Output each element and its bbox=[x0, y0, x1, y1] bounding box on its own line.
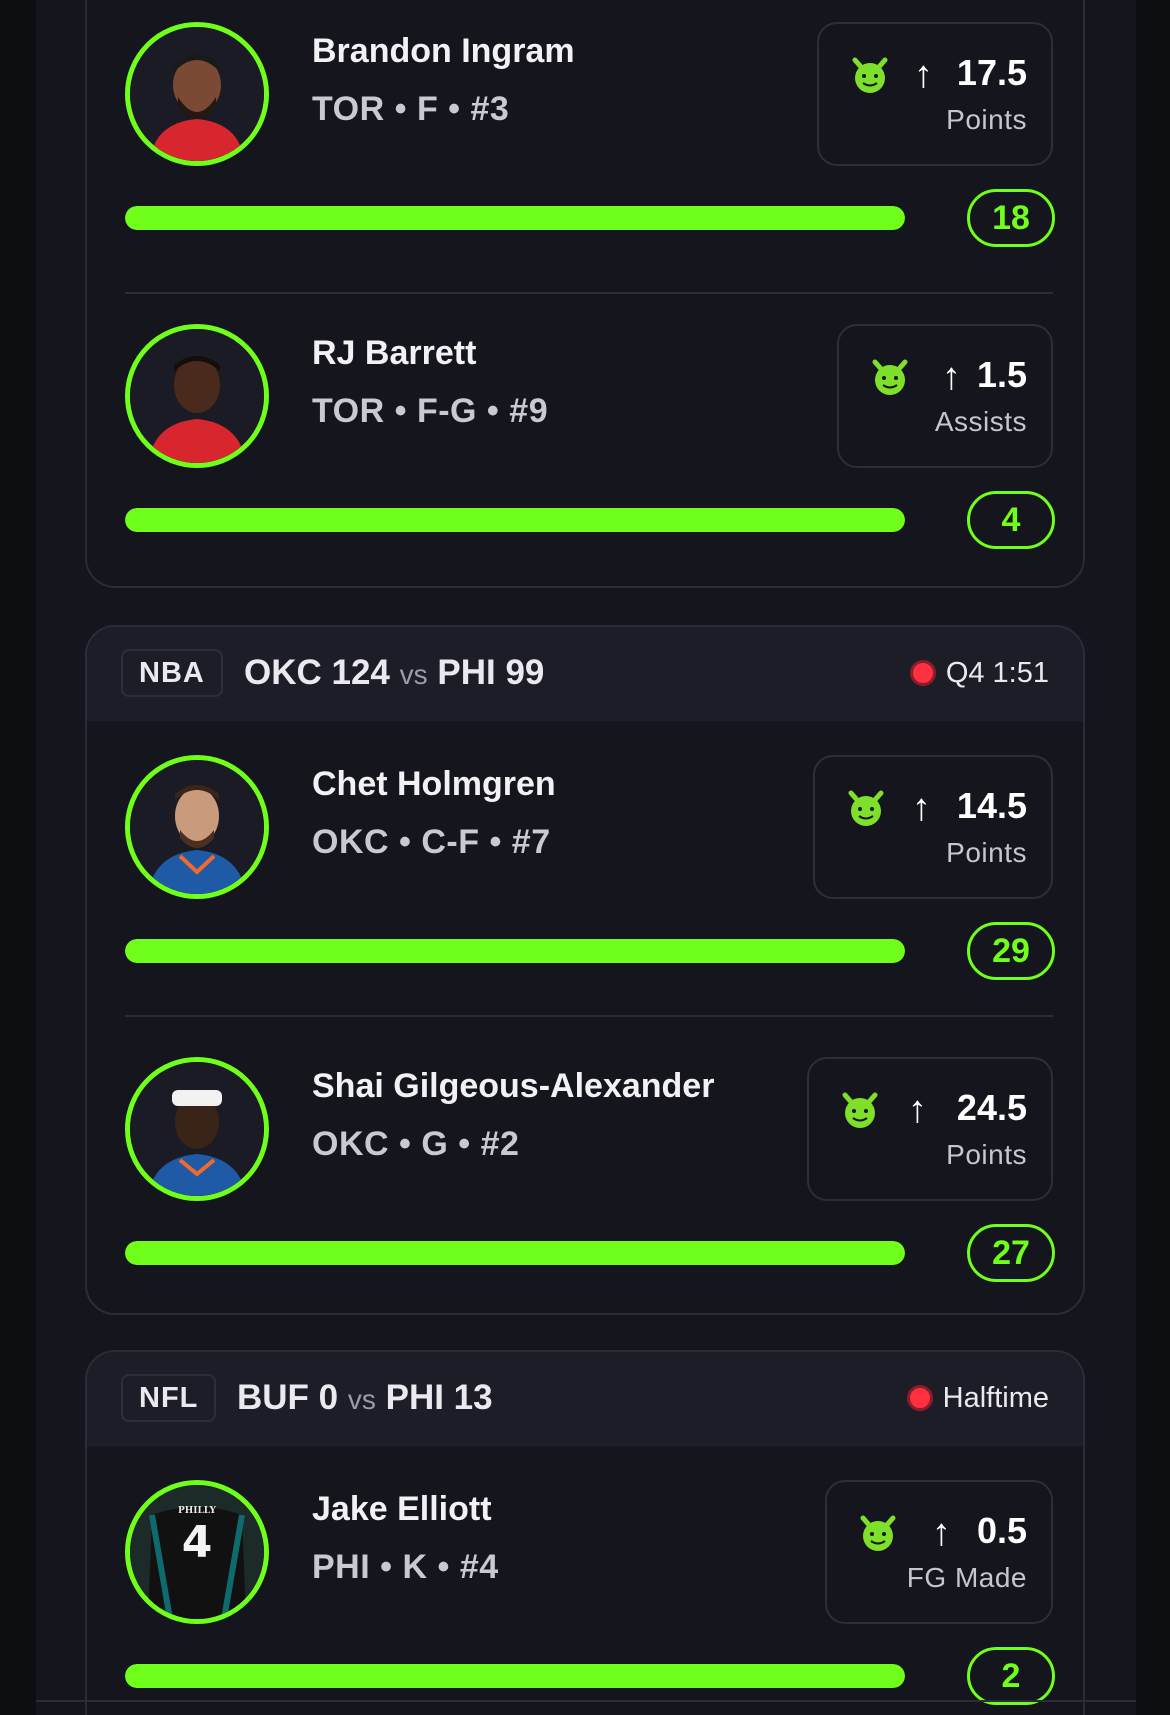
arrow-up-icon: ↑ bbox=[932, 1512, 951, 1554]
prop-box[interactable]: ↑ 24.5 Points bbox=[807, 1057, 1053, 1201]
devil-icon bbox=[872, 359, 908, 395]
player-row[interactable]: Brandon Ingram TOR • F • #3 ↑ 17.5 Point… bbox=[87, 12, 1083, 292]
actual-value-badge: 4 bbox=[967, 491, 1055, 549]
game-card-tor: Brandon Ingram TOR • F • #3 ↑ 17.5 Point… bbox=[85, 0, 1085, 588]
devil-icon bbox=[852, 57, 888, 93]
player-row[interactable]: Shai Gilgeous-Alexander OKC • G • #2 ↑ 2… bbox=[87, 1047, 1083, 1313]
prop-stat: Points bbox=[946, 837, 1027, 868]
progress-fill bbox=[125, 1241, 905, 1265]
actual-value-badge: 29 bbox=[967, 922, 1055, 980]
game-clock: Halftime bbox=[942, 1382, 1049, 1414]
actual-value-badge: 27 bbox=[967, 1224, 1055, 1282]
progress-bar bbox=[125, 1241, 905, 1265]
arrow-up-icon: ↑ bbox=[908, 1089, 927, 1131]
prop-line: 0.5 bbox=[976, 1510, 1027, 1551]
prop-stat: Points bbox=[946, 1139, 1027, 1170]
prop-line: 24.5 bbox=[956, 1087, 1027, 1128]
player-meta: PHI • K • #4 bbox=[312, 1548, 499, 1586]
actual-value-badge: 2 bbox=[967, 1647, 1055, 1705]
jersey-number: 4 bbox=[182, 1517, 213, 1568]
player-meta: TOR • F-G • #9 bbox=[312, 392, 549, 430]
arrow-up-icon: ↑ bbox=[942, 356, 961, 398]
devil-icon bbox=[860, 1515, 896, 1551]
player-meta: TOR • F • #3 bbox=[312, 90, 510, 128]
team2-score: PHI 13 bbox=[385, 1378, 493, 1417]
prop-line: 1.5 bbox=[976, 354, 1027, 395]
game-status: Halftime bbox=[906, 1374, 1049, 1422]
player-name: RJ Barrett bbox=[312, 334, 477, 372]
arrow-up-icon: ↑ bbox=[914, 54, 933, 96]
progress-fill bbox=[125, 1664, 905, 1688]
arrow-up-icon: ↑ bbox=[912, 787, 931, 829]
progress-fill bbox=[125, 508, 905, 532]
game-card-nba: NBA OKC 124 vs PHI 99 Q4 1:51 Chet Holmg… bbox=[85, 625, 1085, 1315]
league-badge: NBA bbox=[121, 649, 223, 697]
progress-bar bbox=[125, 206, 905, 230]
bottom-edge bbox=[36, 1700, 1136, 1702]
team2-score: PHI 99 bbox=[437, 653, 545, 692]
game-header[interactable]: NBA OKC 124 vs PHI 99 Q4 1:51 bbox=[87, 627, 1083, 721]
game-clock: Q4 1:51 bbox=[945, 657, 1049, 689]
live-dot-icon bbox=[909, 660, 936, 686]
progress-fill bbox=[125, 206, 905, 230]
prop-box[interactable]: ↑ 1.5 Assists bbox=[837, 324, 1053, 468]
prop-stat: Points bbox=[946, 104, 1027, 135]
player-avatar bbox=[125, 22, 269, 166]
progress-fill bbox=[125, 939, 905, 963]
player-meta: OKC • C-F • #7 bbox=[312, 823, 551, 861]
player-avatar bbox=[125, 1057, 269, 1201]
player-props-list: Brandon Ingram TOR • F • #3 ↑ 17.5 Point… bbox=[36, 0, 1136, 1715]
player-name: Chet Holmgren bbox=[312, 765, 556, 803]
league-badge: NFL bbox=[121, 1374, 217, 1422]
prop-box[interactable]: ↑ 14.5 Points bbox=[813, 755, 1053, 899]
actual-value-badge: 18 bbox=[967, 189, 1055, 247]
row-divider bbox=[125, 1015, 1053, 1017]
game-score: BUF 0 vs PHI 13 bbox=[237, 1374, 493, 1424]
vs-label: vs bbox=[399, 659, 428, 690]
player-avatar bbox=[125, 324, 269, 468]
progress-bar bbox=[125, 939, 905, 963]
prop-box[interactable]: ↑ 0.5 FG Made bbox=[825, 1480, 1053, 1624]
row-divider bbox=[125, 292, 1053, 294]
prop-stat: FG Made bbox=[906, 1562, 1027, 1593]
prop-box[interactable]: ↑ 17.5 Points bbox=[817, 22, 1053, 166]
devil-icon bbox=[842, 1092, 878, 1128]
game-card-nfl: NFL BUF 0 vs PHI 13 Halftime PHILLY 4 Ja… bbox=[85, 1350, 1085, 1715]
progress-bar bbox=[125, 1664, 905, 1688]
player-name: Jake Elliott bbox=[312, 1490, 492, 1528]
player-avatar: PHILLY 4 bbox=[125, 1480, 269, 1624]
vs-label: vs bbox=[347, 1384, 376, 1415]
player-row[interactable]: RJ Barrett TOR • F-G • #9 ↑ 1.5 Assists … bbox=[87, 314, 1083, 586]
game-header[interactable]: NFL BUF 0 vs PHI 13 Halftime bbox=[87, 1352, 1083, 1446]
player-row[interactable]: PHILLY 4 Jake Elliott PHI • K • #4 ↑ 0.5… bbox=[87, 1470, 1083, 1715]
team1-score: BUF 0 bbox=[237, 1378, 339, 1417]
player-name: Brandon Ingram bbox=[312, 32, 575, 70]
prop-line: 14.5 bbox=[956, 785, 1027, 826]
player-avatar bbox=[125, 755, 269, 899]
player-row[interactable]: Chet Holmgren OKC • C-F • #7 ↑ 14.5 Poin… bbox=[87, 745, 1083, 1025]
live-dot-icon bbox=[906, 1385, 933, 1411]
game-score: OKC 124 vs PHI 99 bbox=[244, 649, 544, 699]
devil-icon bbox=[848, 790, 884, 826]
team1-score: OKC 124 bbox=[244, 653, 390, 692]
prop-line: 17.5 bbox=[956, 52, 1027, 93]
player-name: Shai Gilgeous-Alexander bbox=[312, 1067, 715, 1105]
prop-stat: Assists bbox=[934, 406, 1027, 437]
game-status: Q4 1:51 bbox=[909, 649, 1049, 697]
jersey-text: PHILLY bbox=[178, 1506, 217, 1516]
progress-bar bbox=[125, 508, 905, 532]
player-meta: OKC • G • #2 bbox=[312, 1125, 520, 1163]
